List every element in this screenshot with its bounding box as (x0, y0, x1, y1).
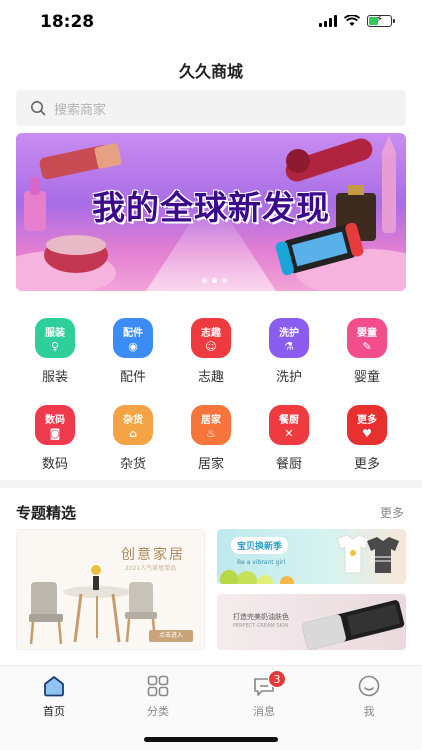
bottle-icon: 洗护 ⚗ (269, 318, 309, 358)
category-2[interactable]: 志趣 ☺ 志趣 (172, 318, 250, 385)
toy-icon: 婴童 ✎ (347, 318, 387, 358)
category-label: 洗护 (275, 370, 302, 385)
category-glyph: ◙ (49, 426, 61, 440)
shop-icon: 杂货 ⌂ (113, 405, 153, 445)
grid-icon (147, 675, 169, 697)
category-glyph: ☺ (205, 339, 217, 353)
chef-hat-icon: 居家 ♨ (191, 405, 231, 445)
category-icon-text: 居家 (201, 414, 221, 426)
topic-card-kids[interactable]: 宝贝换新季 Be a vibrant girl (217, 529, 406, 584)
category-glyph: ⚗ (284, 339, 294, 353)
promo-banner[interactable]: 我的全球新发现 (16, 133, 406, 291)
app-screen: 18:28 ⚡ 久久商城 搜索商家 我的全球新发现 服装 ♀ 服装 配件 ◉ 配… (0, 0, 422, 750)
tab-label: 分类 (147, 705, 169, 718)
category-label: 婴童 (353, 370, 380, 385)
category-label: 餐厨 (275, 457, 302, 472)
category-glyph: ✕ (284, 426, 294, 440)
card-pill: 宝贝换新季 (231, 537, 289, 554)
page-title: 久久商城 (178, 62, 243, 81)
category-icon-text: 更多 (357, 414, 377, 426)
tab-category[interactable]: 分类 (128, 674, 188, 719)
category-glyph: ♥ (362, 426, 372, 440)
category-label: 居家 (197, 457, 224, 472)
tab-label: 我 (363, 705, 375, 718)
category-icon-text: 洗护 (279, 327, 299, 339)
category-icon-text: 餐厨 (279, 414, 299, 426)
banner-pagination (202, 278, 227, 283)
banner-dot[interactable] (222, 278, 227, 283)
search-bar[interactable]: 搜索商家 (16, 90, 406, 126)
card-subheading: 2021人气家居单品 (125, 565, 177, 572)
home-indicator (144, 737, 278, 742)
category-7[interactable]: 居家 ♨ 居家 (172, 405, 250, 472)
battery-icon: ⚡ (367, 14, 395, 27)
more-link[interactable]: 更多 (380, 504, 404, 521)
section-title: 专题精选 (16, 504, 77, 522)
category-icon-text: 服装 (45, 327, 65, 339)
banner-dot[interactable] (202, 278, 207, 283)
category-grid: 服装 ♀ 服装 配件 ◉ 配件 志趣 ☺ 志趣 洗护 ⚗ 洗护 婴童 ✎ 婴童 数码 ◙ 数码 杂货 ⌂ 杂货 居家 ♨ 居家… (16, 318, 406, 472)
section-divider (0, 480, 422, 488)
card-heading: 创意家居 (121, 547, 185, 563)
category-glyph: ✎ (362, 339, 372, 353)
category-glyph: ⌂ (129, 426, 137, 440)
card-heading: 打造完美奶油肤色 (233, 613, 289, 621)
category-label: 服装 (41, 370, 68, 385)
wifi-icon (344, 15, 360, 26)
cellular-signal-icon (319, 15, 337, 27)
category-6[interactable]: 杂货 ⌂ 杂货 (94, 405, 172, 472)
category-glyph: ♨ (206, 426, 216, 440)
search-placeholder: 搜索商家 (54, 102, 107, 118)
search-icon (31, 101, 46, 116)
unread-badge: 3 (268, 670, 286, 688)
enter-button[interactable]: 点击进入 (149, 630, 193, 642)
category-glyph: ◉ (128, 339, 138, 353)
category-icon-text: 数码 (45, 414, 65, 426)
tab-label: 首页 (43, 705, 65, 718)
smile-icon: 志趣 ☺ (191, 318, 231, 358)
category-label: 更多 (353, 457, 380, 472)
category-label: 杂货 (119, 457, 146, 472)
category-icon-text: 配件 (123, 327, 143, 339)
category-icon-text: 志趣 (201, 327, 221, 339)
status-bar: 18:28 ⚡ (0, 0, 422, 46)
utensils-icon: 餐厨 ✕ (269, 405, 309, 445)
card-subheading: PERFECT CREAM SKIN (233, 623, 288, 629)
category-9[interactable]: 更多 ♥ 更多 (328, 405, 406, 472)
category-icon-text: 杂货 (123, 414, 143, 426)
category-3[interactable]: 洗护 ⚗ 洗护 (250, 318, 328, 385)
card-subheading: Be a vibrant girl (237, 559, 286, 566)
category-label: 志趣 (197, 370, 224, 385)
status-time: 18:28 (40, 12, 95, 32)
category-icon-text: 婴童 (357, 327, 377, 339)
category-5[interactable]: 数码 ◙ 数码 (16, 405, 94, 472)
smile-face-icon (358, 675, 380, 697)
category-4[interactable]: 婴童 ✎ 婴童 (328, 318, 406, 385)
camera-icon: 数码 ◙ (35, 405, 75, 445)
topic-card-home[interactable]: 创意家居 2021人气家居单品 点击进入 (16, 529, 205, 650)
bottom-tab-bar: 首页 分类 3 消息 我 (0, 665, 422, 750)
topic-card-beauty[interactable]: 打造完美奶油肤色 PERFECT CREAM SKIN (217, 594, 406, 650)
banner-dot-active[interactable] (212, 278, 217, 283)
tab-home[interactable]: 首页 (24, 674, 84, 719)
home-icon (44, 676, 64, 697)
category-1[interactable]: 配件 ◉ 配件 (94, 318, 172, 385)
tab-messages[interactable]: 3 消息 (234, 670, 294, 719)
banner-headline: 我的全球新发现 (92, 188, 330, 227)
category-8[interactable]: 餐厨 ✕ 餐厨 (250, 405, 328, 472)
category-0[interactable]: 服装 ♀ 服装 (16, 318, 94, 385)
more-icon: 更多 ♥ (347, 405, 387, 445)
bulb-icon: 配件 ◉ (113, 318, 153, 358)
compact-case-image (302, 600, 405, 650)
dress-icon: 服装 ♀ (35, 318, 75, 358)
category-label: 数码 (41, 457, 68, 472)
category-glyph: ♀ (50, 339, 60, 353)
category-label: 配件 (119, 370, 146, 385)
tab-label: 消息 (253, 705, 275, 718)
tab-me[interactable]: 我 (339, 674, 399, 719)
status-icons: ⚡ (319, 14, 395, 27)
